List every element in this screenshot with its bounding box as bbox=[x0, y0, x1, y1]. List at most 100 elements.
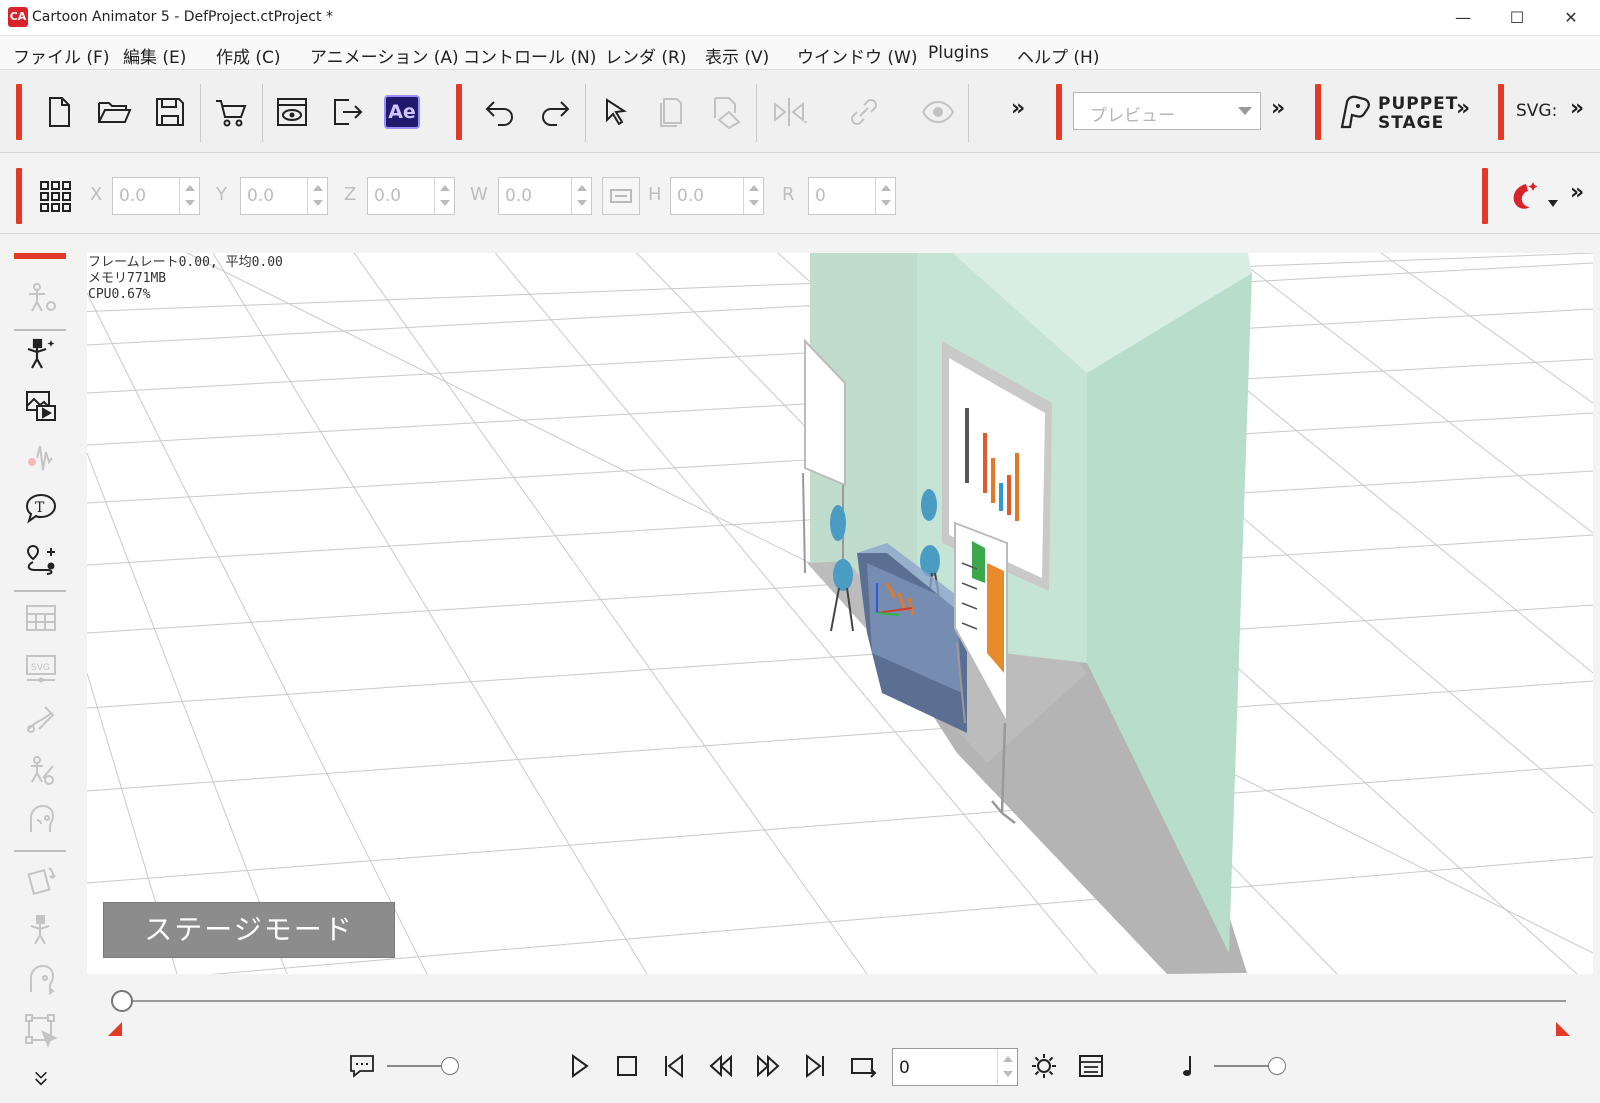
toolbar-grip[interactable] bbox=[16, 84, 22, 140]
h-stepper[interactable] bbox=[743, 178, 763, 214]
range-start-marker[interactable] bbox=[108, 1022, 122, 1036]
loop-button[interactable] bbox=[843, 1046, 883, 1086]
toolbar-grip[interactable] bbox=[1056, 84, 1062, 140]
w-field[interactable]: 0.0 bbox=[498, 177, 592, 215]
z-stepper[interactable] bbox=[434, 178, 454, 214]
x-stepper[interactable] bbox=[179, 178, 199, 214]
face-setup-icon[interactable] bbox=[18, 798, 64, 842]
preview-window-icon[interactable] bbox=[268, 88, 316, 136]
w-stepper[interactable] bbox=[571, 178, 591, 214]
menu-plugins[interactable]: Plugins bbox=[928, 43, 989, 63]
go-to-start-button[interactable] bbox=[654, 1046, 694, 1086]
toolbar-grip[interactable] bbox=[456, 84, 462, 140]
brightness-settings-icon[interactable] bbox=[1024, 1046, 1064, 1086]
svg-editor-icon[interactable]: SVG bbox=[18, 646, 64, 690]
z-field[interactable]: 0.0 bbox=[367, 177, 455, 215]
menu-create[interactable]: 作成 (C) bbox=[216, 43, 281, 68]
new-file-icon[interactable] bbox=[35, 88, 83, 136]
y-stepper[interactable] bbox=[307, 178, 327, 214]
y-field[interactable]: 0.0 bbox=[240, 177, 328, 215]
play-button[interactable] bbox=[559, 1046, 599, 1086]
toolbar-more-button[interactable]: ›› bbox=[1271, 96, 1285, 121]
timeline-playhead[interactable] bbox=[111, 990, 133, 1012]
toolbar-grip[interactable] bbox=[1482, 168, 1488, 224]
toolbar-grip[interactable] bbox=[16, 168, 22, 224]
audio-wave-icon[interactable] bbox=[18, 436, 64, 480]
toolbar-more-button[interactable]: ›› bbox=[1011, 96, 1025, 121]
r-stepper[interactable] bbox=[875, 178, 895, 214]
bone-edit-icon[interactable] bbox=[18, 697, 64, 741]
menu-help[interactable]: ヘルプ (H) bbox=[1017, 43, 1099, 68]
open-folder-icon[interactable] bbox=[90, 88, 138, 136]
face-puppet-icon[interactable] bbox=[18, 958, 64, 1002]
export-icon[interactable] bbox=[323, 88, 371, 136]
menu-window[interactable]: ウインドウ (W) bbox=[797, 43, 917, 68]
toolbar-more-button[interactable]: ›› bbox=[1456, 96, 1470, 121]
grid-layout-icon[interactable] bbox=[31, 172, 79, 220]
motion-path-icon[interactable] bbox=[18, 538, 64, 582]
maximize-button[interactable]: ☐ bbox=[1490, 0, 1544, 36]
audio-volume-knob[interactable] bbox=[1268, 1057, 1286, 1075]
menu-view[interactable]: 表示 (V) bbox=[705, 43, 769, 68]
duplicate-icon[interactable] bbox=[647, 88, 695, 136]
stage-viewport[interactable] bbox=[87, 253, 1593, 974]
character-animation-icon[interactable] bbox=[18, 332, 64, 376]
after-effects-button[interactable]: Ae bbox=[378, 88, 426, 136]
lock-ratio-button[interactable] bbox=[602, 177, 640, 215]
menu-control[interactable]: コントロール (N) bbox=[463, 43, 596, 68]
puppet-stage-button[interactable]: PUPPET STAGE bbox=[1378, 95, 1458, 133]
link-icon[interactable] bbox=[840, 88, 888, 136]
menu-animation[interactable]: アニメーション (A) bbox=[310, 43, 459, 68]
toolbar-more-button[interactable]: ›› bbox=[1570, 180, 1584, 205]
sprite-edit-icon[interactable] bbox=[18, 748, 64, 792]
toolbar-grip[interactable] bbox=[1315, 84, 1321, 140]
timeline-panel-icon[interactable] bbox=[1071, 1046, 1111, 1086]
go-to-end-button[interactable] bbox=[795, 1046, 835, 1086]
replace-icon[interactable] bbox=[701, 88, 749, 136]
previous-frame-button[interactable] bbox=[701, 1046, 741, 1086]
text-bubble-icon[interactable]: T bbox=[18, 487, 64, 531]
layout-grid-icon[interactable] bbox=[18, 596, 64, 640]
timeline-track[interactable] bbox=[120, 1000, 1566, 1002]
next-frame-button[interactable] bbox=[748, 1046, 788, 1086]
flip-icon[interactable] bbox=[765, 88, 813, 136]
free-transform-icon[interactable] bbox=[18, 1008, 64, 1052]
r-field[interactable]: 0 bbox=[808, 177, 896, 215]
select-arrow-icon[interactable] bbox=[593, 88, 641, 136]
undo-icon[interactable] bbox=[476, 88, 524, 136]
svg-label[interactable]: SVG: bbox=[1516, 101, 1557, 121]
puppet-stage-icon[interactable] bbox=[1330, 88, 1378, 136]
character-setup-icon[interactable] bbox=[18, 276, 64, 320]
puppet-motion-icon[interactable] bbox=[18, 908, 64, 952]
menu-edit[interactable]: 編集 (E) bbox=[123, 43, 186, 68]
media-library-icon[interactable] bbox=[18, 384, 64, 428]
sidebar-grip[interactable] bbox=[14, 253, 66, 259]
toolbar-grip[interactable] bbox=[1498, 84, 1504, 140]
h-field[interactable]: 0.0 bbox=[670, 177, 764, 215]
current-frame-field[interactable]: 0 bbox=[892, 1048, 1018, 1086]
frame-stepper[interactable] bbox=[997, 1049, 1017, 1085]
redo-icon[interactable] bbox=[531, 88, 579, 136]
close-button[interactable]: ✕ bbox=[1544, 0, 1598, 36]
preview-dropdown[interactable]: プレビュー bbox=[1073, 92, 1261, 130]
minimize-button[interactable]: — bbox=[1436, 0, 1490, 36]
music-note-icon[interactable] bbox=[1170, 1046, 1210, 1086]
store-cart-icon[interactable] bbox=[207, 88, 255, 136]
stop-button[interactable] bbox=[607, 1046, 647, 1086]
visibility-eye-icon[interactable] bbox=[914, 88, 962, 136]
range-end-marker[interactable] bbox=[1556, 1022, 1570, 1036]
subtitle-volume-track[interactable] bbox=[387, 1065, 447, 1067]
chevron-down-icon[interactable] bbox=[1548, 200, 1558, 207]
subtitle-volume-knob[interactable] bbox=[441, 1057, 459, 1075]
sidebar-expand-icon[interactable] bbox=[18, 1062, 64, 1096]
x-field[interactable]: 0.0 bbox=[112, 177, 200, 215]
smart-motion-icon[interactable] bbox=[1500, 172, 1548, 220]
timeline-bar bbox=[87, 978, 1593, 1103]
audio-volume-track[interactable] bbox=[1214, 1065, 1274, 1067]
save-icon[interactable] bbox=[146, 88, 194, 136]
subtitle-icon[interactable] bbox=[342, 1046, 382, 1086]
menu-file[interactable]: ファイル (F) bbox=[13, 43, 109, 68]
toolbar-more-button[interactable]: ›› bbox=[1570, 96, 1584, 121]
transform-rotate-icon[interactable] bbox=[18, 858, 64, 902]
menu-render[interactable]: レンダ (R) bbox=[605, 43, 686, 68]
